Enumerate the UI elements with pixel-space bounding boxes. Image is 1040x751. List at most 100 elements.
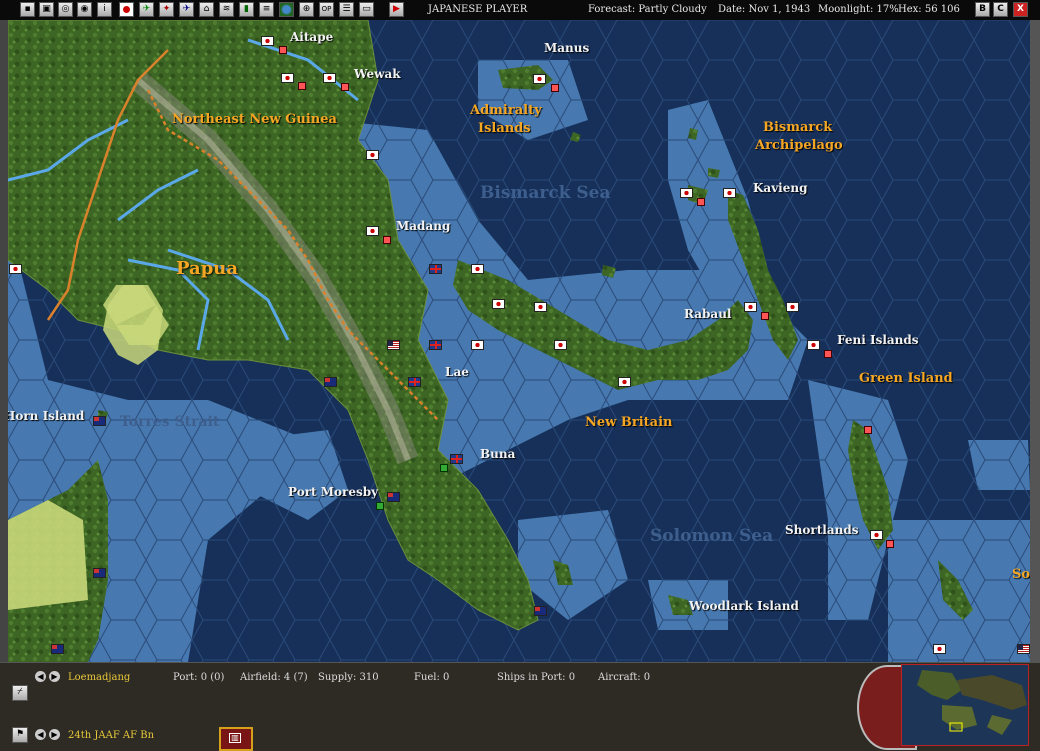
map-label-kavieng: Kavieng <box>753 181 808 195</box>
next-unit-arrow-icon[interactable]: ▶ <box>49 729 60 740</box>
map-label-papua: Papua <box>176 258 239 279</box>
map-label-aitape: Aitape <box>290 30 334 44</box>
allied-unit-marker[interactable] <box>429 264 442 274</box>
ships-in-port-readout: Ships in Port: 0 <box>497 672 576 683</box>
port-readout: Port: 0 (0) <box>173 672 225 683</box>
ship-icon[interactable]: ✦ <box>159 2 174 17</box>
map-label-solomon-sea: Solomon Sea <box>650 526 774 546</box>
japanese-unit-marker[interactable] <box>366 150 379 160</box>
allied-unit-marker[interactable] <box>93 568 106 578</box>
base-marker[interactable] <box>279 46 287 54</box>
aircraft-icon[interactable]: ✈ <box>139 2 154 17</box>
map-label-admiralty: Admiralty <box>470 103 542 118</box>
japanese-unit-marker[interactable] <box>554 340 567 350</box>
flag-icon[interactable]: ⚑ <box>12 727 28 743</box>
japanese-unit-marker[interactable] <box>807 340 820 350</box>
japanese-unit-marker[interactable] <box>933 644 946 654</box>
allied-unit-marker[interactable] <box>408 377 421 387</box>
airfield-icon[interactable]: ⌿ <box>12 685 28 701</box>
aircraft-readout: Aircraft: 0 <box>598 672 651 683</box>
allied-unit-marker[interactable] <box>429 340 442 350</box>
map-label-feni-islands: Feni Islands <box>837 333 919 347</box>
japanese-unit-marker[interactable] <box>786 302 799 312</box>
chart-icon[interactable]: ⌂ <box>199 2 214 17</box>
base-marker[interactable] <box>864 426 872 434</box>
map-label-madang: Madang <box>396 219 451 233</box>
japanese-unit-marker[interactable] <box>744 302 757 312</box>
allied-unit-marker[interactable] <box>51 644 64 654</box>
c-button[interactable]: C <box>993 2 1008 17</box>
strategic-map[interactable]: Aitape Wewak Manus Admiralty Islands Nor… <box>8 20 1030 662</box>
map-label-archipelago: Archipelago <box>755 138 843 153</box>
map-icon[interactable]: ⊕ <box>299 2 314 17</box>
japanese-unit-marker[interactable] <box>680 188 693 198</box>
japanese-unit-marker[interactable] <box>618 377 631 387</box>
load-icon[interactable]: ▣ <box>39 2 54 17</box>
japanese-unit-marker[interactable] <box>492 299 505 309</box>
unit-counter[interactable]: ▥ <box>219 727 253 751</box>
list-icon[interactable]: ≡ <box>259 2 274 17</box>
close-button[interactable]: X <box>1013 2 1028 17</box>
japanese-unit-marker[interactable] <box>533 74 546 84</box>
map-label-islands: Islands <box>478 121 531 136</box>
base-marker[interactable] <box>298 82 306 90</box>
base-marker[interactable] <box>376 502 384 510</box>
base-marker[interactable] <box>341 83 349 91</box>
save-icon[interactable]: ▪ <box>20 2 35 17</box>
next-arrow-icon[interactable]: ▶ <box>49 671 60 682</box>
base-marker[interactable] <box>886 540 894 548</box>
prev-unit-arrow-icon[interactable]: ◀ <box>35 729 46 740</box>
report-icon[interactable]: ◎ <box>58 2 73 17</box>
group-icon[interactable]: ▮ <box>239 2 254 17</box>
japanese-unit-marker[interactable] <box>281 73 294 83</box>
info-icon[interactable]: i <box>97 2 112 17</box>
op-button[interactable]: OP <box>319 2 334 17</box>
allied-unit-marker[interactable] <box>93 416 106 426</box>
map-label-northeast-new-guinea: Northeast New Guinea <box>172 112 337 127</box>
japanese-unit-marker[interactable] <box>870 530 883 540</box>
screen-icon[interactable]: ▭ <box>359 2 374 17</box>
allied-unit-marker[interactable] <box>1017 644 1030 654</box>
japan-flag-icon[interactable] <box>119 2 134 17</box>
weather-forecast: Forecast: Partly Cloudy <box>588 4 707 15</box>
map-label-woodlark-island: Woodlark Island <box>689 599 799 613</box>
japanese-unit-marker[interactable] <box>534 302 547 312</box>
airfield-readout: Airfield: 4 (7) <box>240 672 308 683</box>
base-marker[interactable] <box>697 198 705 206</box>
japanese-unit-marker[interactable] <box>723 188 736 198</box>
base-marker[interactable] <box>440 464 448 472</box>
map-label-wewak: Wewak <box>354 67 401 81</box>
right-frame <box>1030 20 1040 750</box>
allied-unit-marker[interactable] <box>450 454 463 464</box>
fuel-readout: Fuel: 0 <box>414 672 450 683</box>
map-label-lae: Lae <box>445 365 469 379</box>
sheet-icon[interactable]: ☰ <box>339 2 354 17</box>
japanese-unit-marker[interactable] <box>9 264 22 274</box>
plane-icon[interactable]: ✈ <box>179 2 194 17</box>
base-marker[interactable] <box>761 312 769 320</box>
allied-unit-marker[interactable] <box>324 377 337 387</box>
mini-map[interactable] <box>901 664 1029 746</box>
japanese-unit-marker[interactable] <box>471 340 484 350</box>
globe-icon[interactable] <box>279 2 294 17</box>
end-turn-icon[interactable]: ▶ <box>389 2 404 17</box>
allied-unit-marker[interactable] <box>534 606 547 616</box>
unit-name: 24th JAAF AF Bn <box>68 730 155 741</box>
route-icon[interactable]: ≋ <box>219 2 234 17</box>
allied-unit-marker[interactable] <box>387 340 400 350</box>
map-label-buna: Buna <box>480 447 516 461</box>
base-marker[interactable] <box>551 84 559 92</box>
japanese-unit-marker[interactable] <box>471 264 484 274</box>
report2-icon[interactable]: ◉ <box>77 2 92 17</box>
allied-unit-marker[interactable] <box>387 492 400 502</box>
japanese-unit-marker[interactable] <box>323 73 336 83</box>
prev-arrow-icon[interactable]: ◀ <box>35 671 46 682</box>
japanese-unit-marker[interactable] <box>366 226 379 236</box>
japanese-unit-marker[interactable] <box>261 36 274 46</box>
map-label-green-island: Green Island <box>859 371 953 386</box>
base-marker[interactable] <box>824 350 832 358</box>
base-marker[interactable] <box>383 236 391 244</box>
b-button[interactable]: B <box>975 2 990 17</box>
supply-readout: Supply: 310 <box>318 672 379 683</box>
top-toolbar: ▪ ▣ ◎ ◉ i ✈ ✦ ✈ ⌂ ≋ ▮ ≡ ⊕ OP ☰ ▭ ▶ JAPAN… <box>0 0 1040 21</box>
